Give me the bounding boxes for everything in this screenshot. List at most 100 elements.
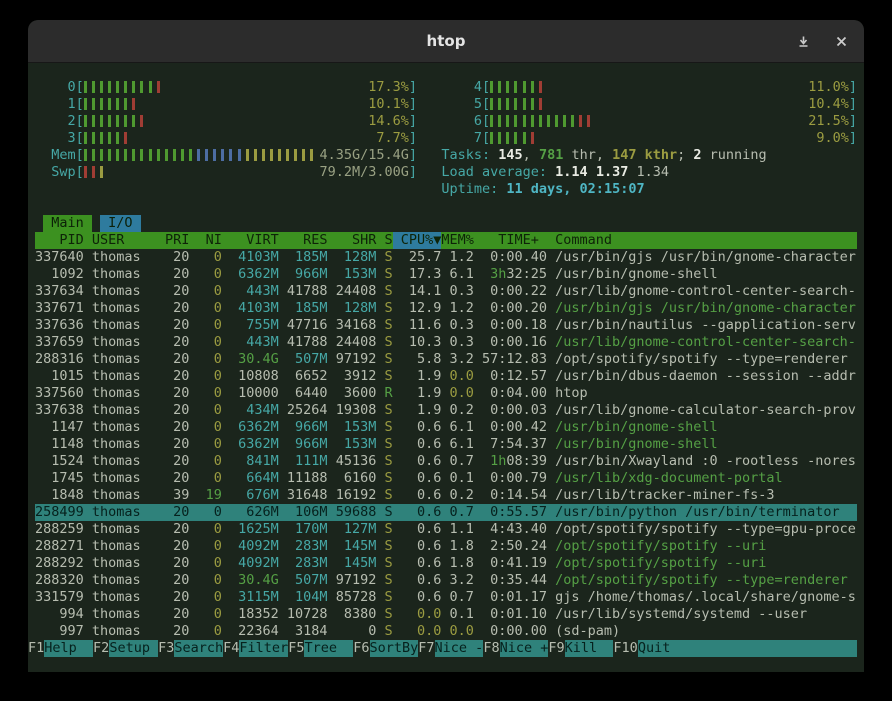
process-row[interactable]: 1848thomas3919676M3164816192S0.60.20:14.…: [35, 487, 857, 504]
col-header-res[interactable]: RES: [279, 232, 328, 249]
col-header-pid[interactable]: PID: [35, 232, 84, 249]
cell-user: thomas: [84, 266, 165, 283]
meter-bar: [100, 149, 103, 161]
meter-bar: [100, 166, 103, 178]
meter-bar: [238, 149, 241, 161]
function-key-bar: F1Help F2Setup F3SearchF4FilterF5Tree F6…: [28, 640, 857, 657]
tab-io[interactable]: I/O: [100, 215, 141, 232]
process-row[interactable]: 288316thomas20030.4G507M97192S5.83.257:1…: [35, 351, 857, 368]
cell-state: S: [376, 521, 392, 538]
fnkey-label: F9: [548, 640, 564, 657]
process-row[interactable]: 1147thomas2006362M966M153MS0.66.10:00.42…: [35, 419, 857, 436]
cell-ni: 0: [189, 572, 222, 589]
cell-virt: 841M: [222, 453, 279, 470]
col-header-pri[interactable]: PRI: [165, 232, 189, 249]
fnkey-f2[interactable]: F2Setup: [93, 640, 158, 657]
col-header-user[interactable]: USER: [84, 232, 165, 249]
cell-state: S: [376, 283, 392, 300]
cell-state: S: [376, 555, 392, 572]
cell-ni: 0: [189, 266, 222, 283]
process-row[interactable]: 337640thomas2004103M185M128MS25.71.20:00…: [35, 249, 857, 266]
cell-virt: 664M: [222, 470, 279, 487]
meter-bar: [579, 115, 582, 127]
meter-bar: [278, 149, 281, 161]
cell-res: 25264: [279, 402, 328, 419]
cell-mem: 1.8: [441, 555, 482, 572]
process-row[interactable]: 337560thomas2001000064403600R1.90.00:04.…: [35, 385, 857, 402]
col-header-shr[interactable]: SHR: [328, 232, 377, 249]
fnkey-f1[interactable]: F1Help: [28, 640, 93, 657]
process-row[interactable]: 1745thomas200664M111886160S0.60.10:00.79…: [35, 470, 857, 487]
meter-bar: [84, 115, 87, 127]
cell-command: /usr/bin/gjs /usr/bin/gnome-character: [547, 300, 857, 317]
meter-close-bracket: ]: [849, 96, 857, 113]
cell-shr: 3600: [328, 385, 377, 402]
cell-pid: 288292: [35, 555, 84, 572]
meter-close-bracket: ]: [849, 113, 857, 130]
process-table-header: PIDUSERPRINIVIRTRESSHRSCPU%▼MEM% TIME+Co…: [35, 232, 857, 249]
process-row[interactable]: 1015thomas2001080866523912S1.90.00:12.57…: [35, 368, 857, 385]
process-row[interactable]: 1524thomas200841M111M45136S0.60.71h08:39…: [35, 453, 857, 470]
process-row[interactable]: 1148thomas2006362M966M153MS0.66.17:54.37…: [35, 436, 857, 453]
col-header-time[interactable]: TIME+: [482, 232, 547, 249]
process-row-selected[interactable]: 258499thomas200626M106M59688S0.60.70:55.…: [35, 504, 857, 521]
process-row[interactable]: 337634thomas200443M4178824408S14.10.30:0…: [35, 283, 857, 300]
close-icon[interactable]: [834, 34, 848, 48]
fnkey-f4[interactable]: F4Filter: [223, 640, 288, 657]
cell-res: 41788: [279, 334, 328, 351]
cell-res: 966M: [279, 266, 328, 283]
fnkey-f6[interactable]: F6SortBy: [353, 640, 418, 657]
process-row[interactable]: 288259thomas2001625M170M127MS0.61.14:43.…: [35, 521, 857, 538]
fnkey-f10[interactable]: F10Quit: [613, 640, 857, 657]
fnkey-f5[interactable]: F5Tree: [288, 640, 353, 657]
restore-down-icon[interactable]: [796, 34, 810, 48]
cell-state: R: [376, 385, 392, 402]
cell-command: /usr/lib/gnome-control-center-search-: [547, 334, 857, 351]
meter-bar: [246, 149, 249, 161]
process-row[interactable]: 337638thomas200434M2526419308S1.90.20:00…: [35, 402, 857, 419]
col-header-s[interactable]: S: [376, 232, 392, 249]
col-header-ni[interactable]: NI: [189, 232, 222, 249]
meter-bar: [84, 166, 87, 178]
cell-pid: 258499: [35, 504, 84, 521]
fnkey-action: Search: [174, 640, 223, 657]
cell-user: thomas: [84, 300, 165, 317]
process-row[interactable]: 337636thomas200755M4771634168S11.60.30:0…: [35, 317, 857, 334]
cell-res: 283M: [279, 555, 328, 572]
meter-bar: [498, 98, 501, 110]
process-row[interactable]: 1092thomas2006362M966M153MS17.36.13h32:2…: [35, 266, 857, 283]
cell-cpu: 0.6: [393, 521, 442, 538]
fnkey-action: Filter: [239, 640, 288, 657]
tab-main[interactable]: Main: [43, 215, 92, 232]
process-row[interactable]: 337659thomas200443M4178824408S10.30.30:0…: [35, 334, 857, 351]
cell-mem: 1.8: [441, 538, 482, 555]
fnkey-f7[interactable]: F7Nice -: [418, 640, 483, 657]
col-header-cmd[interactable]: Command: [547, 232, 857, 249]
process-row[interactable]: 288292thomas2004092M283M145MS0.61.80:41.…: [35, 555, 857, 572]
process-row[interactable]: 994thomas20018352107288380S0.00.10:01.10…: [35, 606, 857, 623]
meter-label: 1: [35, 96, 76, 113]
cell-user: thomas: [84, 283, 165, 300]
fnkey-f3[interactable]: F3Search: [158, 640, 223, 657]
meter-bar: [514, 98, 517, 110]
meter-bar: [100, 98, 103, 110]
col-header-virt[interactable]: VIRT: [222, 232, 279, 249]
process-row[interactable]: 331579thomas2003115M104M85728S0.60.70:01…: [35, 589, 857, 606]
process-row[interactable]: 337671thomas2004103M185M128MS12.91.20:00…: [35, 300, 857, 317]
fnkey-f9[interactable]: F9Kill: [548, 640, 613, 657]
process-row[interactable]: 288320thomas20030.4G507M97192S0.63.20:35…: [35, 572, 857, 589]
col-header-cpu[interactable]: CPU%▼: [393, 232, 442, 249]
meter-bar: [523, 115, 526, 127]
process-row[interactable]: 288271thomas2004092M283M145MS0.61.82:50.…: [35, 538, 857, 555]
process-row[interactable]: 997thomas2002236431840S0.00.00:00.00(sd-…: [35, 623, 857, 640]
cell-user: thomas: [84, 487, 165, 504]
cell-mem: 0.1: [441, 470, 482, 487]
col-header-mem[interactable]: MEM%: [441, 232, 482, 249]
fnkey-f8[interactable]: F8Nice +: [483, 640, 548, 657]
cell-pid: 288259: [35, 521, 84, 538]
cell-cpu: 1.9: [393, 385, 442, 402]
cell-mem: 0.7: [441, 453, 482, 470]
fnkey-label: F10: [613, 640, 637, 657]
meter-bar: [140, 81, 143, 93]
window-titlebar[interactable]: htop: [28, 20, 864, 63]
